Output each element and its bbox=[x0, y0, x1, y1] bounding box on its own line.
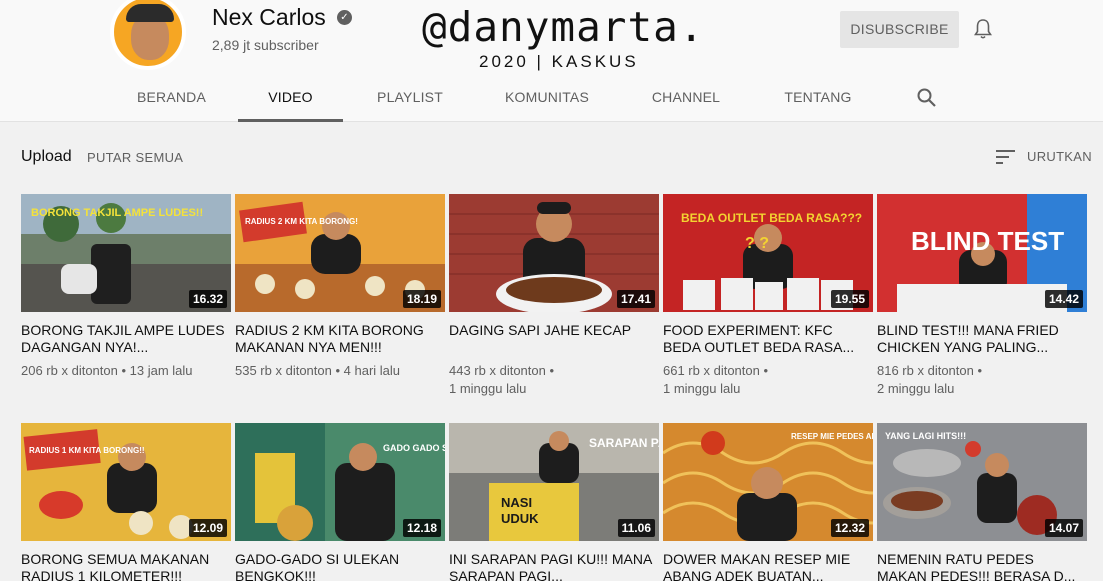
svg-text:UDUK: UDUK bbox=[501, 511, 539, 526]
channel-avatar[interactable] bbox=[110, 0, 186, 70]
verified-check-icon: ✓ bbox=[337, 10, 352, 25]
video-title[interactable]: GADO-GADO SI ULEKAN BENGKOK!!! bbox=[235, 551, 445, 581]
video-title[interactable]: DOWER MAKAN RESEP MIE ABANG ADEK BUATAN.… bbox=[663, 551, 873, 581]
video-duration: 12.09 bbox=[188, 519, 227, 537]
video-age: 13 jam lalu bbox=[129, 363, 193, 378]
video-duration: 12.18 bbox=[402, 519, 441, 537]
video-meta: 535 rb x ditonton • 4 hari lalu bbox=[235, 363, 401, 378]
video-thumbnail[interactable]: RADIUS 2 KM KITA BORONG! 18.19 bbox=[235, 194, 445, 312]
video-views: 661 rb x ditonton bbox=[663, 363, 760, 378]
tab-komunitas[interactable]: KOMUNITAS bbox=[493, 76, 601, 122]
video-age: 4 hari lalu bbox=[343, 363, 401, 378]
tab-video[interactable]: VIDEO bbox=[238, 76, 343, 122]
video-title[interactable]: FOOD EXPERIMENT: KFC BEDA OUTLET BEDA RA… bbox=[663, 322, 873, 356]
video-meta: 661 rb x ditonton • 1 minggu lalu bbox=[663, 363, 769, 396]
video-duration: 19.55 bbox=[830, 290, 869, 308]
thumb-caption: SARAPAN PAGI bbox=[589, 436, 659, 450]
video-card[interactable]: YANG LAGI HITS!!! 14.07 NEMENIN RATU PED… bbox=[877, 423, 1087, 581]
video-card[interactable]: BLIND TEST 14.42 BLIND TEST!!! MANA FRIE… bbox=[877, 194, 1087, 398]
video-views: 535 rb x ditonton bbox=[235, 363, 332, 378]
video-meta: 443 rb x ditonton • 1 minggu lalu bbox=[449, 363, 555, 396]
tab-beranda[interactable]: BERANDA bbox=[106, 76, 237, 122]
channel-name: Nex Carlos bbox=[212, 4, 326, 30]
video-card[interactable]: NASI UDUK SARAPAN PAGI 11.06 INI SARAPAN… bbox=[449, 423, 659, 581]
watermark-handle: @danymarta. bbox=[422, 3, 705, 51]
video-age: 1 minggu lalu bbox=[663, 381, 741, 396]
video-meta: 206 rb x ditonton • 13 jam lalu bbox=[21, 363, 193, 378]
subscriber-count: 2,89 jt subscriber bbox=[212, 37, 319, 53]
video-duration: 14.42 bbox=[1044, 290, 1083, 308]
video-views: 206 rb x ditonton bbox=[21, 363, 118, 378]
video-thumbnail[interactable]: NASI UDUK SARAPAN PAGI 11.06 bbox=[449, 423, 659, 541]
thumb-caption: YANG LAGI HITS!!! bbox=[885, 431, 966, 441]
tab-playlist[interactable]: PLAYLIST bbox=[358, 76, 462, 122]
video-age: 2 minggu lalu bbox=[877, 381, 955, 396]
sort-icon bbox=[996, 150, 1015, 164]
video-thumbnail[interactable]: ? ? BEDA OUTLET BEDA RASA??? 19.55 bbox=[663, 194, 873, 312]
video-views: 443 rb x ditonton bbox=[449, 363, 546, 378]
thumb-caption: RADIUS 1 KM KITA BORONG!! bbox=[29, 446, 145, 455]
thumb-caption: GADO GADO SI ULEKAN BENGKOK bbox=[383, 443, 445, 453]
svg-text:NASI: NASI bbox=[501, 495, 532, 510]
play-all-button[interactable]: PUTAR SEMUA bbox=[87, 150, 183, 165]
video-thumbnail[interactable]: BLIND TEST 14.42 bbox=[877, 194, 1087, 312]
thumb-caption: BORONG TAKJIL AMPE LUDES!! bbox=[31, 207, 203, 219]
video-duration: 11.06 bbox=[617, 519, 655, 537]
video-views: 816 rb x ditonton bbox=[877, 363, 974, 378]
video-thumbnail[interactable]: YANG LAGI HITS!!! 14.07 bbox=[877, 423, 1087, 541]
tab-tentang[interactable]: TENTANG bbox=[770, 76, 866, 122]
notification-bell-icon[interactable] bbox=[974, 19, 992, 40]
video-card[interactable]: 17.41 DAGING SAPI JAHE KECAP 443 rb x di… bbox=[449, 194, 659, 398]
video-age: 1 minggu lalu bbox=[449, 381, 527, 396]
video-card[interactable]: BORONG TAKJIL AMPE LUDES!! 16.32 BORONG … bbox=[21, 194, 231, 380]
video-thumbnail[interactable]: RESEP MIE PEDES ABANG ADEK!!! 12.32 bbox=[663, 423, 873, 541]
svg-text:? ?: ? ? bbox=[745, 235, 769, 252]
video-card[interactable]: ? ? BEDA OUTLET BEDA RASA??? 19.55 FOOD … bbox=[663, 194, 873, 398]
video-duration: 14.07 bbox=[1044, 519, 1083, 537]
thumb-caption: BEDA OUTLET BEDA RASA??? bbox=[681, 211, 862, 225]
tab-channel[interactable]: CHANNEL bbox=[638, 76, 734, 122]
video-thumbnail[interactable]: RADIUS 1 KM KITA BORONG!! 12.09 bbox=[21, 423, 231, 541]
video-thumbnail[interactable]: 17.41 bbox=[449, 194, 659, 312]
video-duration: 16.32 bbox=[188, 290, 227, 308]
channel-header: Nex Carlos ✓ 2,89 jt subscriber @danymar… bbox=[0, 0, 1103, 122]
video-title[interactable]: DAGING SAPI JAHE KECAP bbox=[449, 322, 659, 356]
video-card[interactable]: GADO GADO SI ULEKAN BENGKOK 12.18 GADO-G… bbox=[235, 423, 445, 581]
video-card[interactable]: RADIUS 1 KM KITA BORONG!! 12.09 BORONG S… bbox=[21, 423, 231, 581]
search-icon[interactable] bbox=[916, 87, 938, 109]
video-title[interactable]: BORONG SEMUA MAKANAN RADIUS 1 KILOMETER!… bbox=[21, 551, 231, 581]
video-duration: 17.41 bbox=[616, 290, 655, 308]
avatar-cap bbox=[126, 4, 174, 22]
video-meta: 816 rb x ditonton • 2 minggu lalu bbox=[877, 363, 983, 396]
thumb-caption: RADIUS 2 KM KITA BORONG! bbox=[245, 217, 358, 226]
video-title[interactable]: RADIUS 2 KM KITA BORONG MAKANAN NYA MEN!… bbox=[235, 322, 445, 356]
video-title[interactable]: NEMENIN RATU PEDES MAKAN PEDES!!! BERASA… bbox=[877, 551, 1087, 581]
thumb-caption: BLIND TEST bbox=[911, 226, 1064, 256]
video-thumbnail[interactable]: GADO GADO SI ULEKAN BENGKOK 12.18 bbox=[235, 423, 445, 541]
sort-label: URUTKAN bbox=[1027, 149, 1092, 164]
video-thumbnail[interactable]: BORONG TAKJIL AMPE LUDES!! 16.32 bbox=[21, 194, 231, 312]
section-title: Upload bbox=[21, 148, 72, 165]
watermark-caption: 2020 | KASKUS bbox=[479, 52, 639, 71]
video-title[interactable]: BLIND TEST!!! MANA FRIED CHICKEN YANG PA… bbox=[877, 322, 1087, 356]
video-duration: 18.19 bbox=[402, 290, 441, 308]
video-title[interactable]: INI SARAPAN PAGI KU!!! MANA SARAPAN PAGI… bbox=[449, 551, 659, 581]
subscribe-button[interactable]: DISUBSCRIBE bbox=[840, 11, 959, 48]
video-duration: 12.32 bbox=[830, 519, 869, 537]
video-title[interactable]: BORONG TAKJIL AMPE LUDES DAGANGAN NYA!..… bbox=[21, 322, 231, 356]
video-card[interactable]: RESEP MIE PEDES ABANG ADEK!!! 12.32 DOWE… bbox=[663, 423, 873, 581]
thumb-caption: RESEP MIE PEDES ABANG ADEK!!! bbox=[791, 432, 873, 441]
video-card[interactable]: RADIUS 2 KM KITA BORONG! 18.19 RADIUS 2 … bbox=[235, 194, 445, 380]
